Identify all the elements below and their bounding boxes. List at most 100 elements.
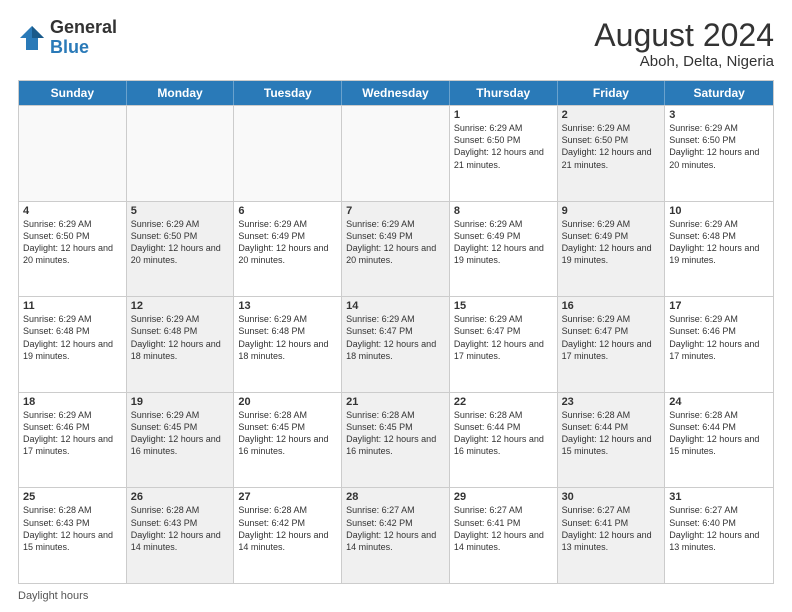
calendar-cell-day-25: 25Sunrise: 6:28 AM Sunset: 6:43 PM Dayli… — [19, 488, 127, 583]
weekday-header-tuesday: Tuesday — [234, 81, 342, 105]
calendar-cell-day-2: 2Sunrise: 6:29 AM Sunset: 6:50 PM Daylig… — [558, 106, 666, 201]
calendar-cell-day-26: 26Sunrise: 6:28 AM Sunset: 6:43 PM Dayli… — [127, 488, 235, 583]
day-number: 22 — [454, 396, 553, 408]
day-info: Sunrise: 6:28 AM Sunset: 6:44 PM Dayligh… — [669, 409, 769, 458]
logo-icon — [18, 24, 46, 52]
calendar-cell-day-12: 12Sunrise: 6:29 AM Sunset: 6:48 PM Dayli… — [127, 297, 235, 392]
day-info: Sunrise: 6:29 AM Sunset: 6:48 PM Dayligh… — [669, 218, 769, 267]
day-number: 17 — [669, 300, 769, 312]
day-info: Sunrise: 6:29 AM Sunset: 6:48 PM Dayligh… — [131, 313, 230, 362]
day-info: Sunrise: 6:28 AM Sunset: 6:44 PM Dayligh… — [454, 409, 553, 458]
calendar-row-2: 4Sunrise: 6:29 AM Sunset: 6:50 PM Daylig… — [19, 201, 773, 297]
logo-general-text: General — [50, 17, 117, 37]
calendar-cell-empty — [127, 106, 235, 201]
title-block: August 2024 Aboh, Delta, Nigeria — [594, 18, 774, 70]
day-number: 10 — [669, 205, 769, 217]
day-info: Sunrise: 6:27 AM Sunset: 6:42 PM Dayligh… — [346, 504, 445, 553]
calendar-cell-day-7: 7Sunrise: 6:29 AM Sunset: 6:49 PM Daylig… — [342, 202, 450, 297]
day-number: 16 — [562, 300, 661, 312]
page: General Blue August 2024 Aboh, Delta, Ni… — [0, 0, 792, 612]
day-info: Sunrise: 6:27 AM Sunset: 6:41 PM Dayligh… — [562, 504, 661, 553]
day-info: Sunrise: 6:29 AM Sunset: 6:49 PM Dayligh… — [346, 218, 445, 267]
calendar-cell-day-11: 11Sunrise: 6:29 AM Sunset: 6:48 PM Dayli… — [19, 297, 127, 392]
calendar-row-4: 18Sunrise: 6:29 AM Sunset: 6:46 PM Dayli… — [19, 392, 773, 488]
calendar-cell-day-15: 15Sunrise: 6:29 AM Sunset: 6:47 PM Dayli… — [450, 297, 558, 392]
day-number: 12 — [131, 300, 230, 312]
day-number: 6 — [238, 205, 337, 217]
calendar-cell-day-6: 6Sunrise: 6:29 AM Sunset: 6:49 PM Daylig… — [234, 202, 342, 297]
calendar-cell-day-16: 16Sunrise: 6:29 AM Sunset: 6:47 PM Dayli… — [558, 297, 666, 392]
day-info: Sunrise: 6:29 AM Sunset: 6:45 PM Dayligh… — [131, 409, 230, 458]
day-number: 31 — [669, 491, 769, 503]
calendar-cell-day-5: 5Sunrise: 6:29 AM Sunset: 6:50 PM Daylig… — [127, 202, 235, 297]
calendar-cell-day-20: 20Sunrise: 6:28 AM Sunset: 6:45 PM Dayli… — [234, 393, 342, 488]
day-number: 24 — [669, 396, 769, 408]
day-info: Sunrise: 6:29 AM Sunset: 6:48 PM Dayligh… — [23, 313, 122, 362]
day-number: 27 — [238, 491, 337, 503]
calendar-cell-empty — [19, 106, 127, 201]
day-number: 25 — [23, 491, 122, 503]
calendar-cell-day-1: 1Sunrise: 6:29 AM Sunset: 6:50 PM Daylig… — [450, 106, 558, 201]
day-info: Sunrise: 6:29 AM Sunset: 6:46 PM Dayligh… — [23, 409, 122, 458]
calendar-cell-day-24: 24Sunrise: 6:28 AM Sunset: 6:44 PM Dayli… — [665, 393, 773, 488]
calendar-cell-day-17: 17Sunrise: 6:29 AM Sunset: 6:46 PM Dayli… — [665, 297, 773, 392]
calendar-cell-day-21: 21Sunrise: 6:28 AM Sunset: 6:45 PM Dayli… — [342, 393, 450, 488]
day-number: 1 — [454, 109, 553, 121]
day-info: Sunrise: 6:28 AM Sunset: 6:45 PM Dayligh… — [346, 409, 445, 458]
calendar-cell-day-18: 18Sunrise: 6:29 AM Sunset: 6:46 PM Dayli… — [19, 393, 127, 488]
calendar-header: SundayMondayTuesdayWednesdayThursdayFrid… — [19, 81, 773, 105]
day-info: Sunrise: 6:28 AM Sunset: 6:42 PM Dayligh… — [238, 504, 337, 553]
calendar-cell-day-14: 14Sunrise: 6:29 AM Sunset: 6:47 PM Dayli… — [342, 297, 450, 392]
day-number: 5 — [131, 205, 230, 217]
day-info: Sunrise: 6:29 AM Sunset: 6:47 PM Dayligh… — [346, 313, 445, 362]
day-number: 4 — [23, 205, 122, 217]
calendar-cell-day-4: 4Sunrise: 6:29 AM Sunset: 6:50 PM Daylig… — [19, 202, 127, 297]
day-number: 30 — [562, 491, 661, 503]
calendar-cell-day-22: 22Sunrise: 6:28 AM Sunset: 6:44 PM Dayli… — [450, 393, 558, 488]
logo-blue-text: Blue — [50, 37, 89, 57]
location: Aboh, Delta, Nigeria — [594, 53, 774, 70]
day-number: 18 — [23, 396, 122, 408]
day-number: 7 — [346, 205, 445, 217]
calendar-cell-day-10: 10Sunrise: 6:29 AM Sunset: 6:48 PM Dayli… — [665, 202, 773, 297]
day-info: Sunrise: 6:28 AM Sunset: 6:43 PM Dayligh… — [23, 504, 122, 553]
day-info: Sunrise: 6:29 AM Sunset: 6:50 PM Dayligh… — [23, 218, 122, 267]
calendar-cell-empty — [234, 106, 342, 201]
day-number: 23 — [562, 396, 661, 408]
day-info: Sunrise: 6:28 AM Sunset: 6:44 PM Dayligh… — [562, 409, 661, 458]
day-number: 15 — [454, 300, 553, 312]
day-number: 29 — [454, 491, 553, 503]
weekday-header-wednesday: Wednesday — [342, 81, 450, 105]
day-number: 20 — [238, 396, 337, 408]
weekday-header-thursday: Thursday — [450, 81, 558, 105]
day-number: 2 — [562, 109, 661, 121]
day-info: Sunrise: 6:29 AM Sunset: 6:47 PM Dayligh… — [562, 313, 661, 362]
calendar-cell-day-8: 8Sunrise: 6:29 AM Sunset: 6:49 PM Daylig… — [450, 202, 558, 297]
day-number: 11 — [23, 300, 122, 312]
calendar-cell-day-31: 31Sunrise: 6:27 AM Sunset: 6:40 PM Dayli… — [665, 488, 773, 583]
day-number: 28 — [346, 491, 445, 503]
weekday-header-monday: Monday — [127, 81, 235, 105]
day-number: 9 — [562, 205, 661, 217]
day-info: Sunrise: 6:29 AM Sunset: 6:48 PM Dayligh… — [238, 313, 337, 362]
weekday-header-saturday: Saturday — [665, 81, 773, 105]
calendar-cell-empty — [342, 106, 450, 201]
day-info: Sunrise: 6:29 AM Sunset: 6:46 PM Dayligh… — [669, 313, 769, 362]
day-info: Sunrise: 6:29 AM Sunset: 6:50 PM Dayligh… — [454, 122, 553, 171]
calendar-cell-day-23: 23Sunrise: 6:28 AM Sunset: 6:44 PM Dayli… — [558, 393, 666, 488]
footer: Daylight hours — [18, 590, 774, 602]
calendar-row-5: 25Sunrise: 6:28 AM Sunset: 6:43 PM Dayli… — [19, 487, 773, 583]
calendar-cell-day-13: 13Sunrise: 6:29 AM Sunset: 6:48 PM Dayli… — [234, 297, 342, 392]
day-number: 8 — [454, 205, 553, 217]
calendar-body: 1Sunrise: 6:29 AM Sunset: 6:50 PM Daylig… — [19, 105, 773, 583]
day-number: 26 — [131, 491, 230, 503]
calendar-cell-day-29: 29Sunrise: 6:27 AM Sunset: 6:41 PM Dayli… — [450, 488, 558, 583]
day-number: 13 — [238, 300, 337, 312]
day-info: Sunrise: 6:29 AM Sunset: 6:49 PM Dayligh… — [454, 218, 553, 267]
calendar-cell-day-30: 30Sunrise: 6:27 AM Sunset: 6:41 PM Dayli… — [558, 488, 666, 583]
calendar-cell-day-9: 9Sunrise: 6:29 AM Sunset: 6:49 PM Daylig… — [558, 202, 666, 297]
month-year: August 2024 — [594, 18, 774, 53]
calendar-row-3: 11Sunrise: 6:29 AM Sunset: 6:48 PM Dayli… — [19, 296, 773, 392]
day-info: Sunrise: 6:29 AM Sunset: 6:49 PM Dayligh… — [238, 218, 337, 267]
day-info: Sunrise: 6:29 AM Sunset: 6:49 PM Dayligh… — [562, 218, 661, 267]
